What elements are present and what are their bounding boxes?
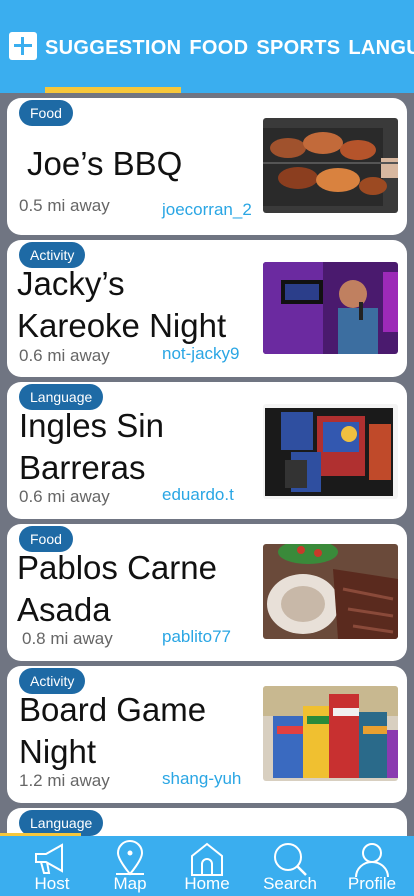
event-title-line: Kareoke Night (17, 307, 227, 344)
event-title: Pablos Carne Asada (17, 547, 217, 631)
event-title-line: Asada (17, 591, 111, 628)
megaphone-icon (35, 843, 63, 874)
event-title-line: Night (19, 733, 97, 770)
event-card[interactable]: Activity Board Game Night 1.2 mi away sh… (7, 666, 407, 803)
event-title: Board Game Night (19, 689, 206, 773)
event-thumbnail (263, 544, 398, 639)
event-card[interactable]: Activity Jacky’s Kareoke Night 0.6 mi aw… (7, 240, 407, 377)
nav-label: Map (113, 874, 147, 893)
category-tabs: SUGGESTION FOOD SPORTS LANGUAGE (45, 36, 414, 60)
event-card[interactable]: Food Pablos Carne Asada 0.8 mi away pabl… (7, 524, 407, 661)
event-title-line: Jacky’s (17, 265, 125, 302)
event-title: Joe’s BBQ (27, 143, 182, 185)
tab-language[interactable]: LANGUAGE (348, 36, 414, 60)
nav-profile[interactable]: Profile (332, 836, 412, 896)
tab-food[interactable]: FOOD (189, 36, 248, 60)
event-thumbnail (263, 118, 398, 213)
event-card[interactable]: Language Ingles Sin Barreras 0.6 mi away… (7, 382, 407, 519)
nav-label: Host (34, 874, 70, 893)
event-title-line: Barreras (19, 449, 146, 486)
event-title: Jacky’s Kareoke Night (17, 263, 226, 347)
host-username[interactable]: joecorran_2 (162, 200, 252, 220)
host-username[interactable]: shang-yuh (162, 769, 241, 789)
event-card[interactable]: Food Joe’s BBQ 0.5 mi away joecorran_2 (7, 98, 407, 235)
nav-home[interactable]: Home (167, 836, 247, 896)
plus-vertical (21, 37, 24, 55)
tab-suggestion[interactable]: SUGGESTION (45, 36, 181, 60)
distance-text: 0.8 mi away (22, 629, 113, 648)
nav-label: Home (184, 874, 230, 893)
host-username[interactable]: not-jacky9 (162, 344, 239, 364)
nav-label: Search (263, 874, 317, 893)
distance-text: 0.6 mi away (19, 346, 110, 365)
category-badge: Food (19, 100, 73, 126)
top-tab-bar: SUGGESTION FOOD SPORTS LANGUAGE (0, 0, 414, 93)
event-thumbnail (263, 404, 398, 499)
event-title-line: Joe’s BBQ (27, 145, 183, 182)
active-tab-indicator (45, 87, 181, 93)
event-title-line: Ingles Sin (19, 407, 164, 444)
nav-map[interactable]: Map (90, 836, 170, 896)
event-thumbnail (263, 686, 398, 781)
distance-text: 0.5 mi away (19, 196, 110, 215)
map-pin-icon (116, 840, 144, 876)
plus-icon[interactable] (9, 32, 37, 60)
distance-text: 0.6 mi away (19, 487, 110, 506)
nav-host[interactable]: Host (12, 836, 92, 896)
nav-label: Profile (347, 874, 397, 893)
event-title-line: Board Game (19, 691, 207, 728)
distance-text: 1.2 mi away (19, 771, 110, 790)
nav-search[interactable]: Search (250, 836, 330, 896)
tab-sports[interactable]: SPORTS (256, 36, 340, 60)
profile-icon (355, 843, 389, 878)
event-thumbnail (263, 262, 398, 354)
event-title: Ingles Sin Barreras (19, 405, 164, 489)
home-icon (191, 842, 223, 876)
bottom-navigation: Host Map Home Search Profile (0, 836, 414, 896)
host-username[interactable]: pablito77 (162, 627, 231, 647)
search-icon (274, 843, 307, 876)
event-title-line: Pablos Carne (17, 549, 217, 586)
host-username[interactable]: eduardo.t (162, 485, 234, 505)
